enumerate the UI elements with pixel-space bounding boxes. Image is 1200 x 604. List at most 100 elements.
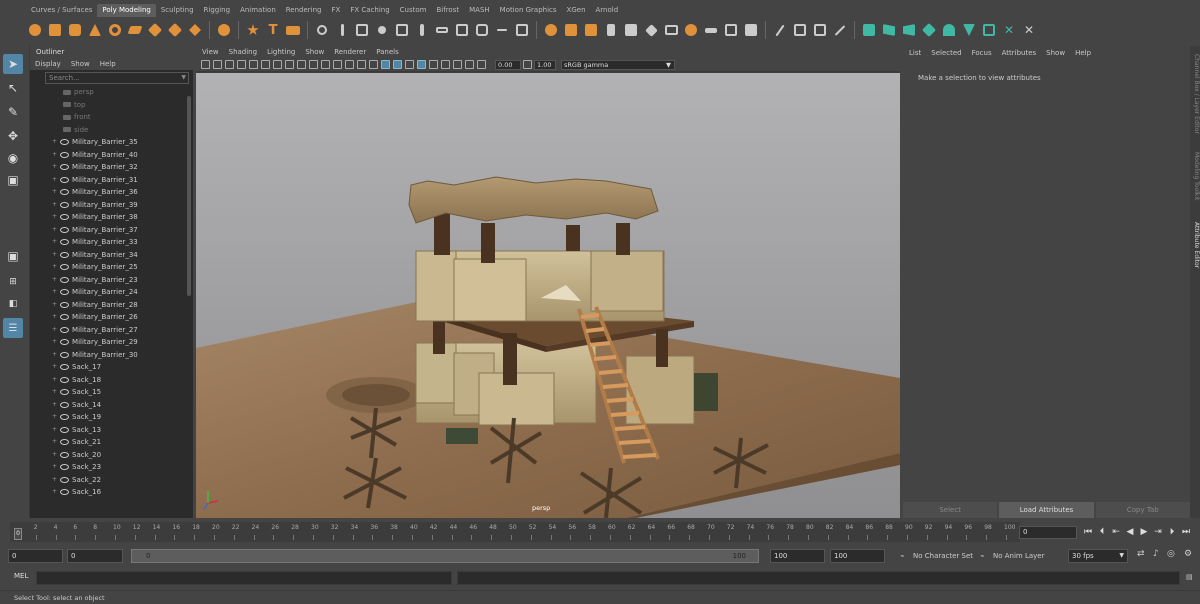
viewport-tool-icon[interactable] xyxy=(297,60,306,69)
shelf-tab-arnold[interactable]: Arnold xyxy=(591,4,624,17)
outliner-search-input[interactable]: Search... ▼ xyxy=(45,72,189,84)
outliner-scrollbar[interactable] xyxy=(186,86,192,516)
viewport-tool-icon[interactable] xyxy=(261,60,270,69)
expand-icon[interactable]: + xyxy=(52,211,57,224)
outliner-item[interactable]: + Military_Barrier_40 xyxy=(30,149,185,162)
camera-map-icon[interactable] xyxy=(622,21,640,39)
separate-icon[interactable] xyxy=(333,21,351,39)
exposure-field[interactable]: 0.00 xyxy=(495,59,521,70)
expand-icon[interactable]: + xyxy=(52,349,57,362)
paint-select-tool-icon[interactable]: ✎ xyxy=(3,102,23,122)
extrude-icon[interactable] xyxy=(453,21,471,39)
viewport-tool-icon[interactable] xyxy=(321,60,330,69)
expand-icon[interactable]: + xyxy=(52,174,57,187)
viewport-tool-icon[interactable] xyxy=(417,60,426,69)
shelf-tab-fx-caching[interactable]: FX Caching xyxy=(345,4,394,17)
connect-icon[interactable] xyxy=(811,21,829,39)
expand-icon[interactable]: + xyxy=(52,399,57,412)
viewport-tool-icon[interactable] xyxy=(381,60,390,69)
attribute-menu-show[interactable]: Show xyxy=(1046,46,1065,60)
multi-cut-icon[interactable] xyxy=(771,21,789,39)
quad-draw-icon[interactable] xyxy=(831,21,849,39)
expand-icon[interactable]: + xyxy=(52,249,57,262)
current-frame-marker[interactable]: 0 xyxy=(14,528,22,540)
viewport-menu-show[interactable]: Show xyxy=(305,46,324,58)
cylindrical-map-icon[interactable] xyxy=(582,21,600,39)
outliner-camera-item[interactable]: front xyxy=(30,111,185,124)
fill-hole-icon[interactable] xyxy=(513,21,531,39)
loop-icon[interactable]: ⇄ xyxy=(1137,549,1145,559)
outliner-item[interactable]: + Sack_14 xyxy=(30,399,185,412)
outliner-item[interactable]: + Military_Barrier_37 xyxy=(30,224,185,237)
viewport-tool-icon[interactable] xyxy=(225,60,234,69)
poke-icon[interactable] xyxy=(900,21,918,39)
outliner-item[interactable]: + Military_Barrier_23 xyxy=(30,274,185,287)
reduce-icon[interactable]: ✕ xyxy=(1000,21,1018,39)
character-set-icon[interactable]: ⌁ xyxy=(900,552,904,560)
go-to-start-icon[interactable]: ⏮ xyxy=(1083,526,1093,538)
super-shape-icon[interactable] xyxy=(215,21,233,39)
outliner-item[interactable]: + Military_Barrier_32 xyxy=(30,161,185,174)
character-set-dropdown[interactable]: No Character Set xyxy=(913,552,973,560)
expand-icon[interactable]: + xyxy=(52,324,57,337)
viewport-tool-icon[interactable] xyxy=(369,60,378,69)
mirror-icon[interactable] xyxy=(393,21,411,39)
fps-dropdown[interactable]: 30 fps ▼ xyxy=(1068,549,1128,563)
outliner-item[interactable]: + Sack_22 xyxy=(30,474,185,487)
expand-icon[interactable]: + xyxy=(52,224,57,237)
attribute-menu-list[interactable]: List xyxy=(909,46,921,60)
expand-icon[interactable]: + xyxy=(52,336,57,349)
expand-icon[interactable]: + xyxy=(52,299,57,312)
viewport-menu-view[interactable]: View xyxy=(202,46,219,58)
shelf-tab-xgen[interactable]: XGen xyxy=(562,4,591,17)
sew-icon[interactable] xyxy=(702,21,720,39)
gamma-icon[interactable] xyxy=(523,60,532,69)
anim-start-field[interactable]: 0 xyxy=(67,549,123,563)
viewport-tool-icon[interactable] xyxy=(345,60,354,69)
viewport-menu-shading[interactable]: Shading xyxy=(229,46,257,58)
expand-icon[interactable]: + xyxy=(52,361,57,374)
viewport-tool-icon[interactable] xyxy=(237,60,246,69)
sweep-mesh-icon[interactable] xyxy=(244,21,262,39)
extract-icon[interactable] xyxy=(880,21,898,39)
viewport-menu-renderer[interactable]: Renderer xyxy=(334,46,366,58)
grid-uv-icon[interactable] xyxy=(742,21,760,39)
poly-torus-icon[interactable] xyxy=(106,21,124,39)
poly-disc-icon[interactable] xyxy=(146,21,164,39)
shelf-tab-animation[interactable]: Animation xyxy=(235,4,281,17)
outliner-item[interactable]: + Sack_15 xyxy=(30,386,185,399)
mirror-geo-icon[interactable] xyxy=(413,21,431,39)
current-frame-field[interactable]: 0 xyxy=(1019,526,1077,539)
expand-icon[interactable]: + xyxy=(52,449,57,462)
viewport-tool-icon[interactable] xyxy=(273,60,282,69)
shelf-tab-fx[interactable]: FX xyxy=(327,4,346,17)
outliner-camera-item[interactable]: top xyxy=(30,99,185,112)
unfold-icon[interactable] xyxy=(642,21,660,39)
sound-icon[interactable]: ♪ xyxy=(1153,549,1159,559)
bevel-icon[interactable] xyxy=(473,21,491,39)
viewport-scene[interactable]: persp xyxy=(196,73,900,518)
end-time-field[interactable]: 100 xyxy=(830,549,885,563)
outliner-item[interactable]: + Military_Barrier_39 xyxy=(30,199,185,212)
viewport-tool-icon[interactable] xyxy=(441,60,450,69)
expand-icon[interactable]: + xyxy=(52,149,57,162)
range-slider-bar[interactable]: 0 100 xyxy=(131,549,759,563)
viewport-menu-lighting[interactable]: Lighting xyxy=(267,46,295,58)
color-space-dropdown[interactable]: sRGB gamma ▼ xyxy=(561,59,675,70)
attribute-menu-help[interactable]: Help xyxy=(1075,46,1091,60)
expand-icon[interactable]: + xyxy=(52,199,57,212)
outliner-item[interactable]: + Military_Barrier_27 xyxy=(30,324,185,337)
auto-key-icon[interactable]: ◎ xyxy=(1167,549,1175,559)
play-backwards-icon[interactable]: ◀ xyxy=(1125,526,1135,538)
outliner-item[interactable]: + Military_Barrier_31 xyxy=(30,174,185,187)
outliner-item[interactable]: + Sack_20 xyxy=(30,449,185,462)
expand-icon[interactable]: + xyxy=(52,236,57,249)
viewport-tool-icon[interactable] xyxy=(213,60,222,69)
step-forward-frame-icon[interactable]: ⇥ xyxy=(1153,526,1163,538)
expand-icon[interactable]: + xyxy=(52,386,57,399)
shelf-tab-rendering[interactable]: Rendering xyxy=(281,4,327,17)
preferences-icon[interactable]: ⚙ xyxy=(1184,549,1192,559)
script-editor-icon[interactable]: ▤ xyxy=(1186,573,1193,581)
expand-icon[interactable]: + xyxy=(52,186,57,199)
combine-icon[interactable] xyxy=(313,21,331,39)
